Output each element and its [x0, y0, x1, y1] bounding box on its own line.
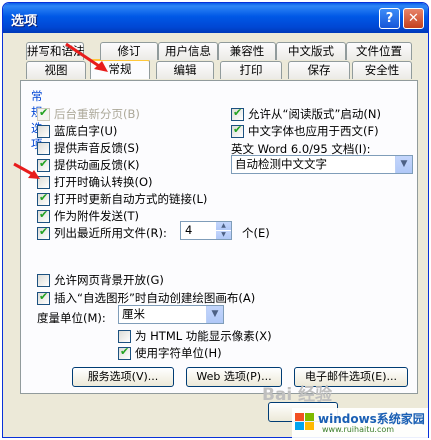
- site-url: www.ruihaitu.com: [322, 425, 395, 434]
- option-char-units[interactable]: 使用字符单位(H): [118, 345, 222, 361]
- tab-edit[interactable]: 编辑: [156, 61, 214, 79]
- option-background-repagination[interactable]: 后台重新分页(B): [37, 106, 140, 122]
- tab-user-info[interactable]: 用户信息: [158, 42, 218, 60]
- checkbox[interactable]: [37, 124, 50, 138]
- service-options-button[interactable]: 服务选项(V)...: [72, 367, 174, 387]
- option-update-links[interactable]: 打开时更新自动方式的链接(L): [37, 191, 207, 207]
- checkbox[interactable]: [37, 106, 50, 121]
- option-drawing-canvas[interactable]: 插入“自选图形”时自动创建绘图画布(A): [37, 290, 255, 306]
- title-bar[interactable]: 选项 ? ✕: [3, 3, 428, 33]
- checkbox[interactable]: [37, 191, 50, 206]
- option-sound-feedback[interactable]: 提供声音反馈(S): [37, 140, 139, 156]
- checkbox[interactable]: [118, 345, 131, 360]
- recent-files-unit: 个(E): [242, 226, 270, 240]
- tab-security[interactable]: 安全性: [352, 61, 412, 79]
- windows-logo-icon: [295, 413, 314, 430]
- option-blue-background[interactable]: 蓝底白字(U): [37, 123, 117, 139]
- tab-save[interactable]: 保存: [288, 61, 350, 79]
- annotation-arrow-icon: [13, 162, 40, 179]
- measurement-select[interactable]: 厘米 ▼: [118, 305, 224, 324]
- chevron-down-icon[interactable]: ▼: [395, 156, 412, 173]
- measurement-label: 度量单位(M):: [37, 311, 106, 325]
- window-title: 选项: [11, 14, 38, 29]
- close-button[interactable]: ✕: [403, 8, 424, 29]
- chevron-down-icon[interactable]: ▼: [206, 306, 223, 323]
- baidu-watermark: Bai 经验: [262, 385, 333, 405]
- tab-compatibility[interactable]: 兼容性: [218, 42, 276, 60]
- option-animation-feedback[interactable]: 提供动画反馈(K): [37, 157, 140, 173]
- tab-file-locations[interactable]: 文件位置: [346, 42, 412, 60]
- tab-print[interactable]: 打印: [220, 61, 282, 79]
- checkbox[interactable]: [118, 329, 131, 343]
- checkbox[interactable]: [37, 141, 50, 155]
- doc-encoding-select[interactable]: 自动检测中文文字 ▼: [231, 155, 413, 174]
- annotation-arrow-icon: [65, 42, 108, 72]
- checkbox[interactable]: [37, 225, 50, 240]
- spin-up-icon[interactable]: ▲: [216, 222, 231, 230]
- checkbox[interactable]: [37, 208, 50, 223]
- recent-files-spinner[interactable]: 4 ▲ ▼: [180, 221, 232, 240]
- checkbox[interactable]: [37, 273, 50, 287]
- checkbox[interactable]: [37, 290, 50, 305]
- checkbox[interactable]: [231, 106, 244, 121]
- option-recent-files[interactable]: 列出最近所用文件(R):: [37, 225, 167, 241]
- option-confirm-conversion[interactable]: 打开时确认转换(O): [37, 174, 153, 190]
- option-web-background[interactable]: 允许网页背景开放(G): [37, 272, 164, 288]
- help-button[interactable]: ?: [379, 8, 400, 29]
- spin-down-icon[interactable]: ▼: [216, 231, 231, 239]
- option-chinese-font-western[interactable]: 中文字体也应用于西文(F): [231, 123, 379, 139]
- windows-logo-watermark: windows系统家园 www.ruihaitu.com: [292, 408, 428, 438]
- tab-chinese-layout[interactable]: 中文版式: [276, 42, 346, 60]
- option-html-pixels[interactable]: 为 HTML 功能显示像素(X): [118, 328, 272, 344]
- option-reading-layout[interactable]: 允许从“阅读版式”启动(N): [231, 106, 381, 122]
- option-send-as-attachment[interactable]: 作为附件发送(T): [37, 208, 139, 224]
- checkbox[interactable]: [231, 123, 244, 138]
